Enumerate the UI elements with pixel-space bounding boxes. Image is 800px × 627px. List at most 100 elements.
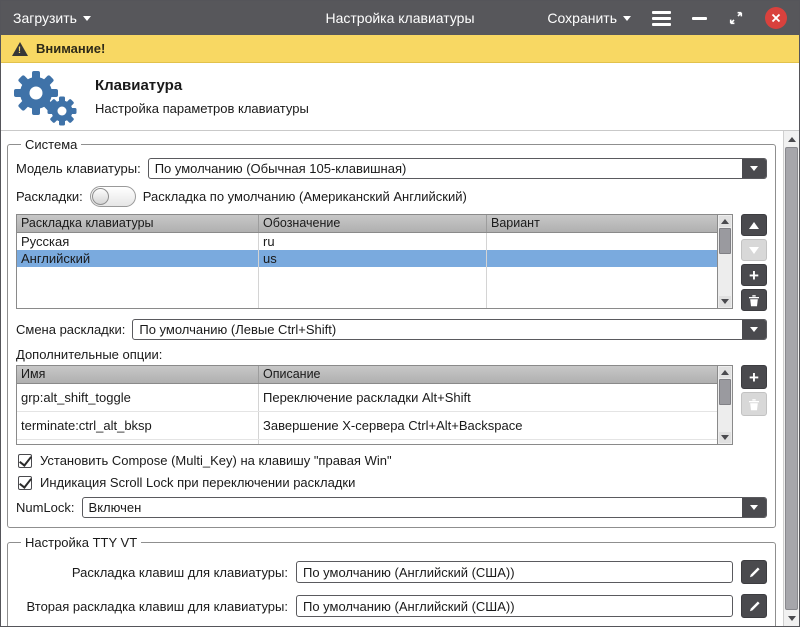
- table-row[interactable]: grp:alt_shift_toggle Переключение раскла…: [17, 384, 717, 412]
- layouts-label: Раскладки:: [16, 189, 83, 204]
- column-header: Описание: [263, 367, 321, 381]
- keyboard-model-dropdown-button[interactable]: [742, 159, 766, 178]
- system-section-legend: Система: [25, 137, 78, 152]
- arrow-up-icon[interactable]: [719, 216, 731, 227]
- close-icon: [771, 13, 781, 23]
- keyboard-settings-window: Загрузить Настройка клавиатуры Сохранить…: [0, 0, 800, 627]
- delete-option-button[interactable]: [741, 392, 767, 416]
- tty-keymap2-label: Вторая раскладка клавиш для клавиатуры:: [26, 598, 288, 614]
- save-menu-button[interactable]: Сохранить: [547, 10, 631, 26]
- column-header: Обозначение: [259, 215, 487, 232]
- app-header: Клавиатура Настройка параметров клавиату…: [1, 63, 799, 131]
- arrow-down-icon[interactable]: [719, 432, 731, 443]
- scrollbar-thumb[interactable]: [785, 147, 798, 610]
- chevron-down-icon: [750, 327, 758, 332]
- titlebar: Загрузить Настройка клавиатуры Сохранить: [1, 1, 799, 35]
- switch-policy-select[interactable]: По умолчанию (Левые Ctrl+Shift): [132, 319, 767, 340]
- arrow-down-icon[interactable]: [785, 612, 798, 624]
- cell-variant: [487, 233, 717, 250]
- page-title: Клавиатура: [95, 77, 183, 94]
- cell-option-description: Переключение раскладки Alt+Shift: [263, 390, 471, 405]
- tty-section: Настройка TTY VT Раскладка клавиш для кл…: [7, 535, 776, 626]
- main-scrollbar[interactable]: [783, 131, 799, 626]
- extra-options-label: Дополнительные опции:: [16, 347, 163, 362]
- arrow-up-icon: [749, 221, 759, 229]
- switch-policy-value: По умолчанию (Левые Ctrl+Shift): [139, 322, 337, 337]
- plus-icon: +: [749, 265, 759, 285]
- scroll-lock-checkbox-label: Индикация Scroll Lock при переключении р…: [40, 475, 356, 490]
- table-row-selected[interactable]: Английский us: [17, 250, 717, 267]
- warning-bar: ! Внимание!: [1, 35, 799, 63]
- close-button[interactable]: [765, 7, 787, 29]
- minimize-button[interactable]: [692, 16, 707, 20]
- keyboard-model-value: По умолчанию (Обычная 105-клавишная): [154, 161, 407, 176]
- chevron-down-icon: [623, 15, 631, 21]
- cell-option-name: grp:alt_shift_toggle: [17, 384, 259, 411]
- add-layout-button[interactable]: +: [741, 264, 767, 286]
- tty-keymap-field[interactable]: По умолчанию (Английский (США)): [296, 561, 733, 583]
- move-down-button[interactable]: [741, 239, 767, 261]
- cell-option-name: terminate:ctrl_alt_bksp: [17, 412, 259, 439]
- numlock-value: Включен: [88, 500, 142, 515]
- cell-code: us: [259, 250, 487, 267]
- extra-options-table-header: Имя Описание: [17, 366, 717, 384]
- extra-options-buttons: +: [741, 365, 767, 416]
- add-option-button[interactable]: +: [741, 365, 767, 389]
- layouts-default-toggle[interactable]: [89, 186, 136, 207]
- load-menu-button[interactable]: Загрузить: [13, 10, 91, 26]
- keyboard-model-select[interactable]: По умолчанию (Обычная 105-клавишная): [147, 158, 767, 179]
- compose-checkbox[interactable]: [18, 453, 32, 468]
- layouts-table-header: Раскладка клавиатуры Обозначение Вариант: [17, 215, 717, 233]
- tty-section-legend: Настройка TTY VT: [25, 535, 138, 550]
- column-header: Вариант: [491, 216, 540, 230]
- delete-layout-button[interactable]: [741, 289, 767, 311]
- scroll-lock-checkbox[interactable]: [18, 475, 32, 490]
- column-header: Раскладка клавиатуры: [17, 215, 259, 232]
- compose-checkbox-label: Установить Compose (Multi_Key) на клавиш…: [40, 453, 392, 468]
- pencil-icon: [749, 600, 760, 611]
- tty-keymap2-edit-button[interactable]: [741, 594, 767, 618]
- scrollbar-thumb[interactable]: [719, 228, 731, 254]
- arrow-up-icon[interactable]: [719, 367, 731, 378]
- numlock-select[interactable]: Включен: [81, 497, 767, 518]
- chevron-down-icon: [82, 15, 91, 21]
- layouts-table-scrollbar[interactable]: [717, 215, 732, 308]
- load-menu-label: Загрузить: [13, 10, 77, 26]
- table-row[interactable]: terminate:ctrl_alt_bksp Завершение X-сер…: [17, 412, 717, 440]
- tty-keymap2-field[interactable]: По умолчанию (Английский (США)): [296, 595, 733, 617]
- numlock-label: NumLock:: [16, 500, 75, 515]
- layouts-table-buttons: +: [741, 214, 767, 311]
- cell-code: ru: [259, 233, 487, 250]
- tty-keymap-edit-button[interactable]: [741, 560, 767, 584]
- table-row[interactable]: Русская ru: [17, 233, 717, 250]
- numlock-dropdown-button[interactable]: [742, 498, 766, 517]
- save-menu-label: Сохранить: [547, 10, 617, 26]
- arrow-down-icon[interactable]: [719, 296, 731, 307]
- scroll-lock-checkbox-row[interactable]: Индикация Scroll Lock при переключении р…: [18, 475, 765, 490]
- menu-icon[interactable]: [652, 10, 671, 26]
- cell-layout: Русская: [17, 233, 259, 250]
- expand-button[interactable]: [728, 10, 744, 26]
- cell-option-description: Завершение X-сервера Ctrl+Alt+Backspace: [263, 418, 523, 433]
- chevron-down-icon: [750, 166, 758, 171]
- arrow-down-icon: [749, 246, 759, 254]
- arrow-up-icon[interactable]: [785, 133, 798, 145]
- move-up-button[interactable]: [741, 214, 767, 236]
- scrollbar-thumb[interactable]: [719, 379, 731, 405]
- cell-variant: [487, 250, 717, 267]
- trash-icon: [749, 294, 759, 306]
- table-empty-area: [17, 440, 717, 444]
- switch-policy-dropdown-button[interactable]: [742, 320, 766, 339]
- plus-icon: +: [749, 367, 759, 387]
- layouts-toggle-label: Раскладка по умолчанию (Американский Анг…: [142, 189, 467, 204]
- page-subtitle: Настройка параметров клавиатуры: [95, 101, 309, 116]
- keyboard-model-label: Модель клавиатуры:: [16, 161, 141, 176]
- chevron-down-icon: [750, 505, 758, 510]
- gears-icon: [14, 70, 77, 125]
- switch-policy-label: Смена раскладки:: [16, 322, 126, 337]
- main-content: Система Модель клавиатуры: По умолчанию …: [1, 131, 783, 626]
- pencil-icon: [749, 566, 760, 577]
- titlebar-actions: Сохранить: [547, 7, 787, 29]
- compose-checkbox-row[interactable]: Установить Compose (Multi_Key) на клавиш…: [18, 453, 765, 468]
- extra-options-table-scrollbar[interactable]: [717, 366, 732, 444]
